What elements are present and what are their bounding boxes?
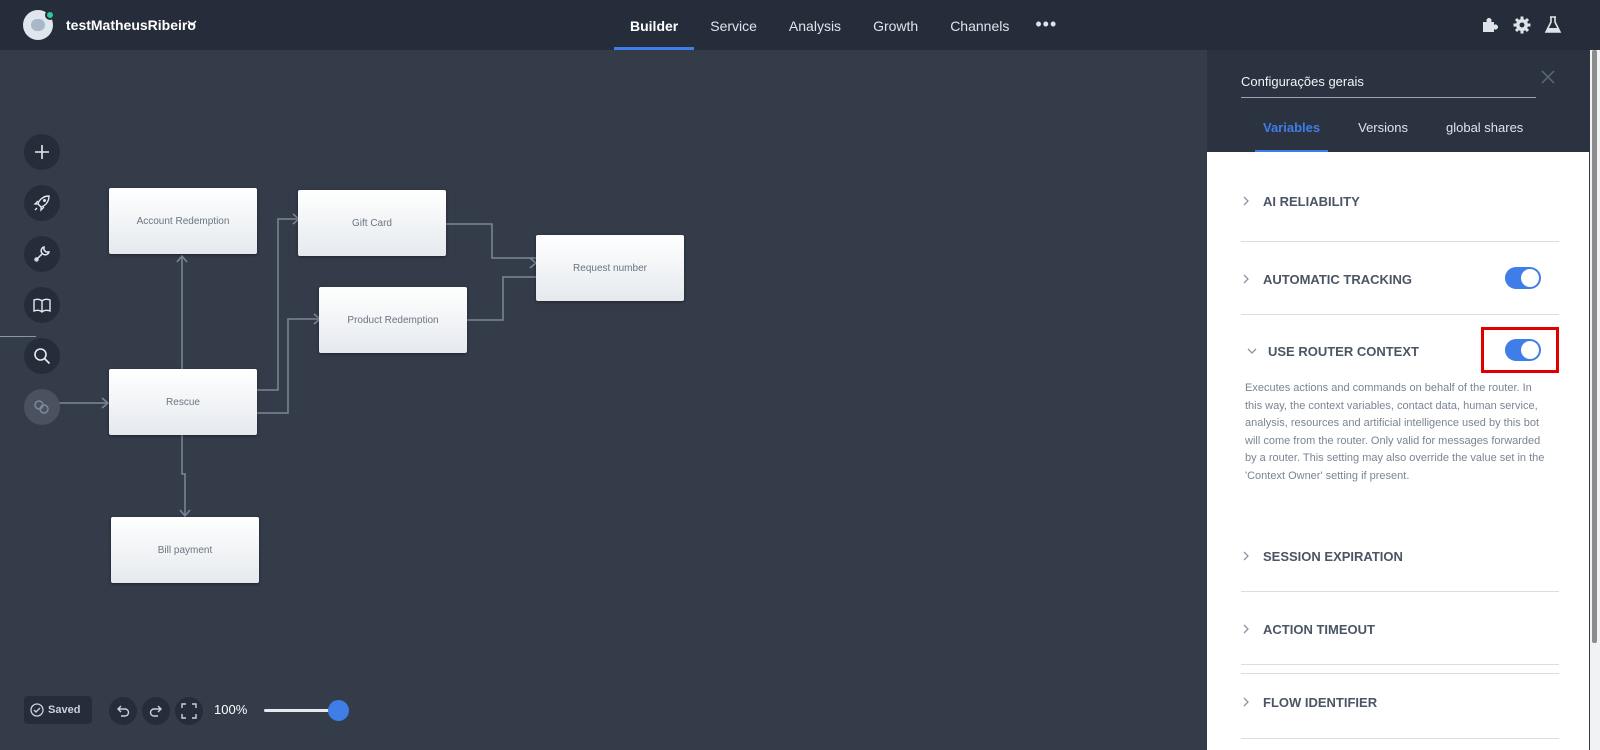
top-bar: testMatheusRibeiro Builder Service Analy… xyxy=(0,0,1600,50)
flow-node-account-redemption[interactable]: Account Redemption xyxy=(109,188,257,254)
bot-name[interactable]: testMatheusRibeiro xyxy=(66,17,196,33)
tab-variables[interactable]: Variables xyxy=(1255,120,1329,152)
zoom-slider-thumb[interactable] xyxy=(328,700,349,721)
search-button[interactable] xyxy=(24,338,60,374)
redo-button[interactable] xyxy=(142,697,170,725)
section-session-expiration[interactable]: SESSION EXPIRATION xyxy=(1241,519,1559,592)
connection-line xyxy=(256,218,299,391)
section-automatic-tracking[interactable]: AUTOMATIC TRACKING xyxy=(1241,242,1559,315)
wrench-icon xyxy=(34,245,51,262)
documentation-button[interactable] xyxy=(24,287,60,323)
more-menu-button[interactable]: ••• xyxy=(1025,0,1067,50)
puzzle-icon[interactable] xyxy=(1481,16,1499,34)
chevron-right-icon xyxy=(1243,551,1249,561)
tab-versions[interactable]: Versions xyxy=(1350,120,1416,152)
section-title: USE ROUTER CONTEXT xyxy=(1268,344,1419,359)
highlight-box xyxy=(1481,327,1559,373)
search-icon xyxy=(34,348,51,365)
nav-tab-growth[interactable]: Growth xyxy=(857,0,934,50)
saved-status: Saved xyxy=(24,696,92,724)
section-title: FLOW IDENTIFIER xyxy=(1263,695,1378,710)
node-label: Bill payment xyxy=(157,544,213,556)
section-flow-identifier[interactable]: FLOW IDENTIFIER xyxy=(1241,665,1559,739)
node-label: Request number xyxy=(573,262,647,274)
router-button[interactable] xyxy=(24,389,60,425)
incoming-connection-line xyxy=(0,336,36,337)
tools-button[interactable] xyxy=(24,236,60,272)
fullscreen-icon xyxy=(181,703,197,719)
rocket-icon xyxy=(33,195,50,212)
chevron-right-icon xyxy=(1243,196,1249,206)
nav-tab-analysis[interactable]: Analysis xyxy=(773,0,857,50)
online-status-dot xyxy=(45,10,55,20)
book-icon xyxy=(33,298,51,313)
section-ai-reliability[interactable]: AI RELIABILITY xyxy=(1241,152,1559,242)
zoom-level: 100% xyxy=(214,702,248,717)
tab-global-shares[interactable]: global shares xyxy=(1438,120,1531,152)
flow-node-bill-payment[interactable]: Bill payment xyxy=(111,517,259,583)
nav-tab-channels[interactable]: Channels xyxy=(934,0,1025,50)
panel-tabs: Variables Versions global shares xyxy=(1255,120,1553,152)
router-context-description: Executes actions and commands on behalf … xyxy=(1245,382,1545,482)
bot-avatar[interactable] xyxy=(23,10,55,40)
node-label: Gift Card xyxy=(351,217,392,229)
section-title: AUTOMATIC TRACKING xyxy=(1263,272,1413,287)
nav-tab-service[interactable]: Service xyxy=(694,0,773,50)
flow-node-request-number[interactable]: Request number xyxy=(536,235,684,301)
node-label: Product Redemption xyxy=(347,314,439,326)
redo-icon xyxy=(149,705,162,717)
connection-line xyxy=(446,223,536,259)
title-divider xyxy=(1241,97,1536,98)
section-action-timeout[interactable]: ACTION TIMEOUT xyxy=(1241,592,1559,665)
undo-icon xyxy=(117,705,130,717)
section-title: AI RELIABILITY xyxy=(1263,194,1360,209)
gear-icon[interactable] xyxy=(1513,16,1531,34)
settings-panel-body: AI RELIABILITY AUTOMATIC TRACKING USE RO… xyxy=(1207,152,1589,750)
saved-label: Saved xyxy=(48,704,81,716)
fit-screen-button[interactable] xyxy=(175,697,203,725)
connection-line xyxy=(467,276,536,321)
section-title: ACTION TIMEOUT xyxy=(1263,622,1375,637)
settings-panel-header: Configurações gerais Variables Versions … xyxy=(1207,50,1600,152)
chevron-right-icon xyxy=(1243,697,1249,707)
publish-button[interactable] xyxy=(24,185,60,221)
connection-line xyxy=(181,435,186,516)
check-circle-icon xyxy=(30,703,44,717)
nav-tab-builder[interactable]: Builder xyxy=(614,0,695,50)
main-nav: Builder Service Analysis Growth Channels… xyxy=(614,0,1067,50)
add-block-button[interactable] xyxy=(24,134,60,170)
panel-title: Configurações gerais xyxy=(1241,74,1364,89)
close-icon[interactable] xyxy=(1541,70,1555,84)
flow-node-gift-card[interactable]: Gift Card xyxy=(298,190,446,256)
flow-node-rescue[interactable]: Rescue xyxy=(109,369,257,435)
automatic-tracking-toggle[interactable] xyxy=(1505,267,1541,289)
router-icon xyxy=(34,400,49,414)
panel-scrollbar-thumb[interactable] xyxy=(1592,50,1597,643)
plus-icon xyxy=(35,145,49,159)
connection-line xyxy=(256,318,320,414)
section-title: SESSION EXPIRATION xyxy=(1263,549,1403,564)
node-label: Account Redemption xyxy=(136,215,230,227)
chevron-down-icon[interactable] xyxy=(187,18,197,28)
undo-button[interactable] xyxy=(109,697,137,725)
flow-node-product-redemption[interactable]: Product Redemption xyxy=(319,287,467,353)
chevron-down-icon xyxy=(1247,348,1257,354)
chevron-right-icon xyxy=(1243,274,1249,284)
flask-icon[interactable] xyxy=(1544,16,1562,34)
node-label: Rescue xyxy=(166,396,200,408)
chevron-right-icon xyxy=(1243,624,1249,634)
